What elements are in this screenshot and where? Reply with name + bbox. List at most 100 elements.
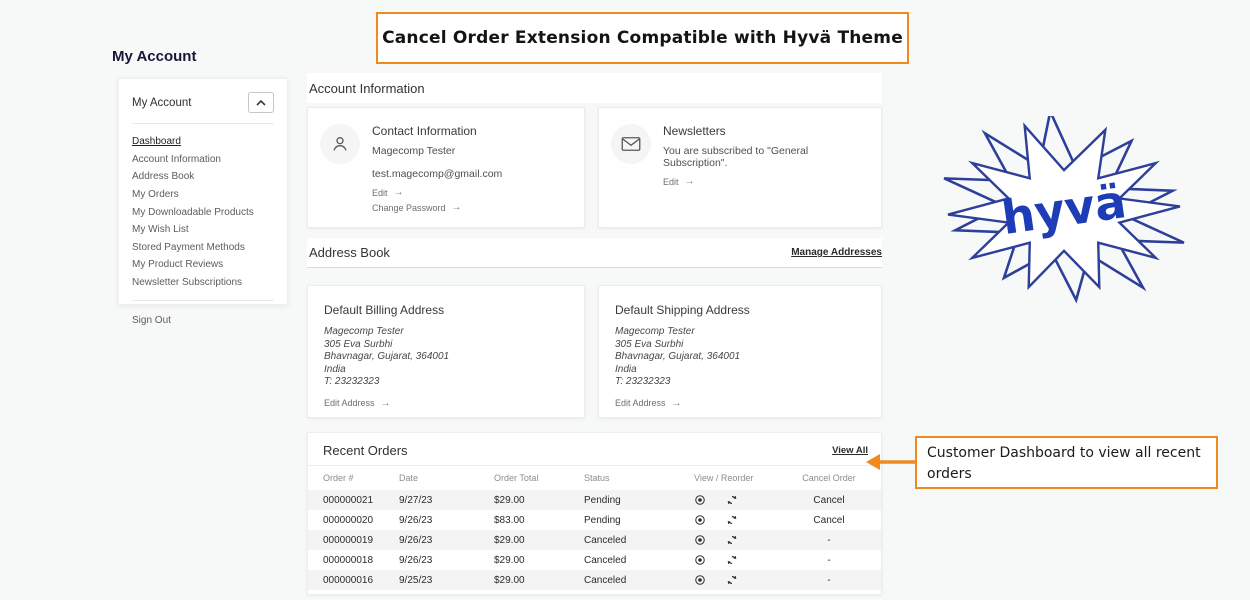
banner-text: Cancel Order Extension Compatible with H… — [382, 28, 903, 48]
sidebar-item-sign-out[interactable]: Sign Out — [132, 315, 171, 326]
orders-table-header: Order #DateOrder TotalStatusView / Reord… — [308, 466, 881, 490]
cancel-order-link[interactable]: Cancel — [789, 495, 869, 506]
order-row: 0000000169/25/23$29.00Canceled- — [308, 570, 881, 590]
change-password-link[interactable]: Change Password → — [372, 202, 502, 213]
view-order-icon[interactable] — [694, 534, 706, 546]
order-total: $29.00 — [494, 495, 584, 506]
shipping-address-card: Default Shipping Address Magecomp Tester… — [598, 285, 882, 418]
reorder-icon[interactable] — [726, 534, 738, 546]
sidebar-item-my-product-reviews[interactable]: My Product Reviews — [132, 256, 274, 274]
address-line: T: 23232323 — [324, 376, 568, 389]
cancel-order-placeholder: - — [789, 575, 869, 586]
address-line: T: 23232323 — [615, 376, 865, 389]
page-title: My Account — [112, 48, 196, 65]
sidebar-item-my-downloadable-products[interactable]: My Downloadable Products — [132, 203, 274, 221]
order-row: 0000000209/26/23$83.00PendingCancel — [308, 510, 881, 530]
column-header: Status — [584, 473, 694, 483]
order-status: Canceled — [584, 555, 694, 566]
order-total: $29.00 — [494, 535, 584, 546]
newsletter-status-text: You are subscribed to "General Subscript… — [663, 145, 869, 169]
order-status: Pending — [584, 495, 694, 506]
newsletters-card-title: Newsletters — [663, 124, 869, 138]
view-all-link[interactable]: View All — [832, 445, 868, 456]
order-status: Canceled — [584, 535, 694, 546]
edit-address-label: Edit Address — [324, 398, 375, 408]
collapse-button[interactable] — [248, 92, 274, 113]
section-title: Address Book — [307, 245, 390, 260]
recent-orders-header: Recent Orders View All — [308, 433, 881, 466]
order-total: $29.00 — [494, 555, 584, 566]
address-line: India — [615, 364, 865, 377]
contact-information-card: Contact Information Magecomp Tester test… — [307, 107, 585, 228]
reorder-icon[interactable] — [726, 554, 738, 566]
arrow-right-icon: → — [381, 398, 391, 409]
address-line: Bhavnagar, Gujarat, 364001 — [615, 351, 865, 364]
sidebar-item-my-wish-list[interactable]: My Wish List — [132, 221, 274, 239]
shipping-address-lines: Magecomp Tester305 Eva SurbhiBhavnagar, … — [615, 326, 865, 389]
sign-out-wrap: Sign Out — [132, 300, 274, 328]
hyva-logo: hyvä — [938, 116, 1190, 306]
edit-contact-link[interactable]: Edit → — [372, 187, 502, 198]
edit-label: Edit — [372, 188, 388, 198]
manage-addresses-link[interactable]: Manage Addresses — [791, 247, 882, 258]
address-line: Magecomp Tester — [615, 326, 865, 339]
view-order-icon[interactable] — [694, 554, 706, 566]
edit-shipping-address-link[interactable]: Edit Address → — [615, 398, 865, 409]
billing-address-lines: Magecomp Tester305 Eva SurbhiBhavnagar, … — [324, 326, 568, 389]
reorder-icon[interactable] — [726, 514, 738, 526]
shipping-card-title: Default Shipping Address — [615, 303, 865, 317]
envelope-icon — [621, 136, 641, 152]
order-status: Canceled — [584, 575, 694, 586]
order-actions — [694, 554, 789, 566]
sidebar-item-address-book[interactable]: Address Book — [132, 168, 274, 186]
order-number: 000000021 — [308, 495, 399, 506]
contact-name: Magecomp Tester — [372, 145, 502, 157]
order-date: 9/25/23 — [399, 575, 494, 586]
column-header: Order # — [308, 473, 399, 483]
order-date: 9/27/23 — [399, 495, 494, 506]
order-actions — [694, 574, 789, 586]
annotation-arrow-icon — [866, 451, 916, 473]
cancel-order-link[interactable]: Cancel — [789, 515, 869, 526]
view-order-icon[interactable] — [694, 574, 706, 586]
billing-card-title: Default Billing Address — [324, 303, 568, 317]
arrow-right-icon: → — [394, 187, 404, 198]
view-order-icon[interactable] — [694, 514, 706, 526]
sidebar-item-my-orders[interactable]: My Orders — [132, 186, 274, 204]
sidebar-item-account-information[interactable]: Account Information — [132, 151, 274, 169]
recent-orders-title: Recent Orders — [323, 443, 408, 458]
address-line: 305 Eva Surbhi — [615, 339, 865, 352]
order-number: 000000019 — [308, 535, 399, 546]
account-sidebar: My Account DashboardAccount InformationA… — [118, 78, 288, 305]
edit-billing-address-link[interactable]: Edit Address → — [324, 398, 568, 409]
address-book-header: Address Book Manage Addresses — [307, 238, 882, 268]
sidebar-item-dashboard[interactable]: Dashboard — [132, 133, 274, 151]
sidebar-header-label: My Account — [132, 97, 191, 109]
sidebar-header[interactable]: My Account — [132, 89, 274, 124]
edit-newsletter-link[interactable]: Edit → — [663, 176, 869, 187]
column-header: View / Reorder — [694, 473, 789, 483]
contact-card-title: Contact Information — [372, 124, 502, 138]
banner-box: Cancel Order Extension Compatible with H… — [376, 12, 909, 64]
annotation-box: Customer Dashboard to view all recent or… — [915, 436, 1218, 489]
sidebar-item-newsletter-subscriptions[interactable]: Newsletter Subscriptions — [132, 274, 274, 292]
address-line: Magecomp Tester — [324, 326, 568, 339]
sidebar-item-stored-payment-methods[interactable]: Stored Payment Methods — [132, 239, 274, 257]
change-password-label: Change Password — [372, 203, 446, 213]
reorder-icon[interactable] — [726, 494, 738, 506]
view-order-icon[interactable] — [694, 494, 706, 506]
account-information-header: Account Information — [307, 73, 882, 103]
contact-email: test.magecomp@gmail.com — [372, 168, 502, 180]
cancel-order-placeholder: - — [789, 535, 869, 546]
reorder-icon[interactable] — [726, 574, 738, 586]
recent-orders-card: Recent Orders View All Order #DateOrder … — [307, 432, 882, 595]
column-header: Order Total — [494, 473, 584, 483]
section-title: Account Information — [307, 81, 425, 96]
order-number: 000000018 — [308, 555, 399, 566]
address-line: India — [324, 364, 568, 377]
arrow-right-icon: → — [685, 176, 695, 187]
order-actions — [694, 534, 789, 546]
cancel-order-placeholder: - — [789, 555, 869, 566]
order-total: $29.00 — [494, 575, 584, 586]
order-actions — [694, 494, 789, 506]
